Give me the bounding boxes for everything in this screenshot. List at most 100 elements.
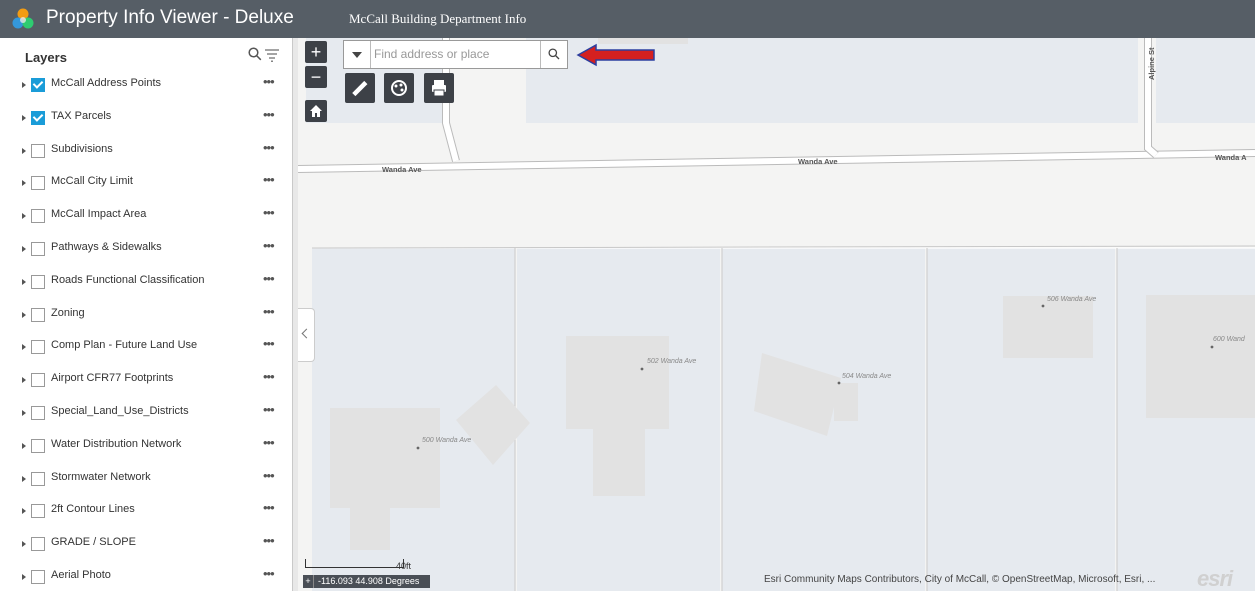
layer-options-menu[interactable]: ••• — [263, 402, 275, 417]
coordinate-toggle-button[interactable]: + — [303, 575, 314, 588]
expand-caret-icon[interactable] — [22, 377, 26, 384]
expand-caret-icon[interactable] — [22, 475, 26, 482]
layer-checkbox[interactable] — [31, 143, 45, 158]
expand-caret-icon[interactable] — [22, 442, 26, 449]
layer-checkbox[interactable] — [31, 307, 45, 322]
layer-options-menu[interactable]: ••• — [263, 566, 275, 581]
layer-checkbox[interactable] — [31, 373, 45, 388]
layer-item[interactable]: Roads Functional Classification ••• — [0, 269, 292, 302]
layer-options-menu[interactable]: ••• — [263, 271, 275, 286]
layer-item[interactable]: Stormwater Network ••• — [0, 466, 292, 499]
layer-checkbox[interactable] — [31, 504, 45, 519]
layer-item[interactable]: GRADE / SLOPE ••• — [0, 531, 292, 564]
layer-checkbox[interactable] — [31, 405, 45, 420]
layer-item[interactable]: Aerial Photo ••• — [0, 564, 292, 597]
expand-caret-icon[interactable] — [22, 508, 26, 515]
search-input[interactable] — [374, 45, 534, 63]
layer-options-menu[interactable]: ••• — [263, 107, 275, 122]
map-canvas[interactable]: 500 Wanda Ave 502 Wanda Ave 504 Wanda Av… — [298, 38, 1255, 591]
address-label-500: 500 Wanda Ave — [422, 437, 471, 444]
layer-item[interactable]: Comp Plan - Future Land Use ••• — [0, 334, 292, 367]
street-label-wanda-2: Wanda Ave — [798, 157, 838, 166]
layer-item[interactable]: McCall Address Points ••• — [0, 72, 292, 105]
layer-checkbox[interactable] — [31, 340, 45, 355]
street-label-alpine: Alpine St — [1147, 47, 1156, 80]
address-label-502: 502 Wanda Ave — [647, 358, 696, 365]
expand-caret-icon[interactable] — [22, 147, 26, 154]
layer-item[interactable]: Zoning ••• — [0, 302, 292, 335]
layer-options-menu[interactable]: ••• — [263, 205, 275, 220]
layer-options-menu[interactable]: ••• — [263, 74, 275, 89]
layer-options-menu[interactable]: ••• — [263, 533, 275, 548]
layer-label: Comp Plan - Future Land Use — [51, 339, 198, 352]
expand-caret-icon[interactable] — [22, 541, 26, 548]
parcel — [1156, 38, 1255, 123]
expand-caret-icon[interactable] — [22, 311, 26, 318]
layer-checkbox[interactable] — [31, 274, 45, 289]
zoom-out-button[interactable]: − — [305, 66, 327, 88]
layer-item[interactable]: Pathways & Sidewalks ••• — [0, 236, 292, 269]
printer-icon — [432, 80, 446, 97]
collapse-panel-button[interactable] — [298, 308, 315, 362]
expand-caret-icon[interactable] — [22, 213, 26, 220]
search-button[interactable] — [540, 41, 567, 68]
app-title: Property Info Viewer - Deluxe — [46, 7, 294, 28]
layer-checkbox[interactable] — [31, 110, 45, 125]
layer-checkbox[interactable] — [31, 176, 45, 191]
layer-options-menu[interactable]: ••• — [263, 238, 275, 253]
layer-options-menu[interactable]: ••• — [263, 468, 275, 483]
home-button[interactable] — [305, 100, 327, 122]
search-source-dropdown[interactable] — [344, 41, 371, 68]
building — [330, 408, 440, 508]
building — [566, 336, 669, 429]
map-view[interactable]: 500 Wanda Ave 502 Wanda Ave 504 Wanda Av… — [298, 38, 1255, 591]
expand-caret-icon[interactable] — [22, 245, 26, 252]
search-icon[interactable] — [248, 47, 262, 66]
expand-caret-icon[interactable] — [22, 82, 26, 88]
print-button[interactable] — [424, 73, 454, 103]
layer-checkbox[interactable] — [31, 537, 45, 552]
building — [834, 383, 858, 421]
address-label-600: 600 Wand — [1213, 336, 1246, 343]
layer-item[interactable]: TAX Parcels ••• — [0, 105, 292, 138]
layer-checkbox[interactable] — [31, 569, 45, 584]
layer-item[interactable]: Airport CFR77 Footprints ••• — [0, 367, 292, 400]
filter-icon[interactable] — [264, 48, 280, 67]
expand-caret-icon[interactable] — [22, 114, 26, 121]
layer-checkbox[interactable] — [31, 471, 45, 486]
layer-label: Zoning — [51, 306, 85, 319]
basemap-gallery-button[interactable] — [384, 73, 414, 103]
layer-options-menu[interactable]: ••• — [263, 140, 275, 155]
layer-options-menu[interactable]: ••• — [263, 336, 275, 351]
layer-options-menu[interactable]: ••• — [263, 369, 275, 384]
coordinate-widget[interactable]: + -116.093 44.908 Degrees — [303, 575, 430, 588]
expand-caret-icon[interactable] — [22, 573, 26, 580]
layer-options-menu[interactable]: ••• — [263, 172, 275, 187]
layer-checkbox[interactable] — [31, 209, 45, 224]
expand-caret-icon[interactable] — [22, 344, 26, 351]
layer-item[interactable]: 2ft Contour Lines ••• — [0, 498, 292, 531]
layer-label: McCall Address Points — [51, 77, 162, 89]
layer-item[interactable]: McCall Impact Area ••• — [0, 203, 292, 236]
app-subtitle: McCall Building Department Info — [349, 11, 527, 26]
expand-caret-icon[interactable] — [22, 409, 26, 416]
coordinate-readout: -116.093 44.908 Degrees — [318, 576, 420, 586]
expand-caret-icon[interactable] — [22, 180, 26, 187]
layer-options-menu[interactable]: ••• — [263, 304, 275, 319]
layer-item[interactable]: McCall City Limit ••• — [0, 170, 292, 203]
layer-checkbox[interactable] — [31, 241, 45, 256]
layer-checkbox[interactable] — [31, 78, 45, 92]
layer-item[interactable]: Special_Land_Use_Districts ••• — [0, 400, 292, 433]
layer-item[interactable]: Subdivisions ••• — [0, 138, 292, 171]
layer-options-menu[interactable]: ••• — [263, 435, 275, 450]
parcel — [806, 38, 1138, 123]
expand-caret-icon[interactable] — [22, 278, 26, 285]
layer-item[interactable]: Water Distribution Network ••• — [0, 433, 292, 466]
zoom-in-button[interactable]: + — [305, 41, 327, 63]
layer-label: Subdivisions — [51, 142, 113, 155]
measure-button[interactable] — [345, 73, 375, 103]
palette-icon — [391, 80, 407, 96]
layer-options-menu[interactable]: ••• — [263, 500, 275, 515]
app-header: Property Info Viewer - Deluxe McCall Bui… — [0, 0, 1255, 38]
layer-checkbox[interactable] — [31, 438, 45, 453]
